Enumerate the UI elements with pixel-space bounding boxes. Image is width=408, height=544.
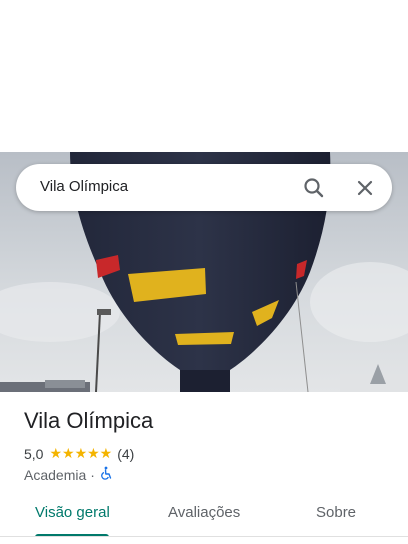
rating-row[interactable]: 5,0 ★★★★★ (4)	[24, 445, 134, 462]
category-row: Academia ·	[24, 466, 113, 483]
rating-value: 5,0	[24, 445, 44, 462]
place-category[interactable]: Academia	[24, 467, 86, 483]
place-name: Vila Olímpica	[24, 408, 154, 433]
tab-about[interactable]: Sobre	[316, 504, 356, 521]
rating-stars: ★★★★★	[49, 445, 113, 461]
search-icon[interactable]	[301, 175, 327, 201]
review-count[interactable]: (4)	[117, 446, 134, 462]
place-tabs: Visão geral Avaliações Sobre	[0, 494, 408, 537]
close-icon[interactable]	[352, 175, 378, 201]
tabs-divider	[0, 536, 408, 537]
wheelchair-icon	[99, 466, 113, 483]
search-input[interactable]: Vila Olímpica	[40, 178, 128, 195]
search-bar[interactable]: Vila Olímpica	[16, 164, 392, 211]
tab-reviews[interactable]: Avaliações	[168, 504, 240, 521]
separator-dot: ·	[90, 466, 95, 483]
tab-overview[interactable]: Visão geral	[35, 504, 110, 521]
